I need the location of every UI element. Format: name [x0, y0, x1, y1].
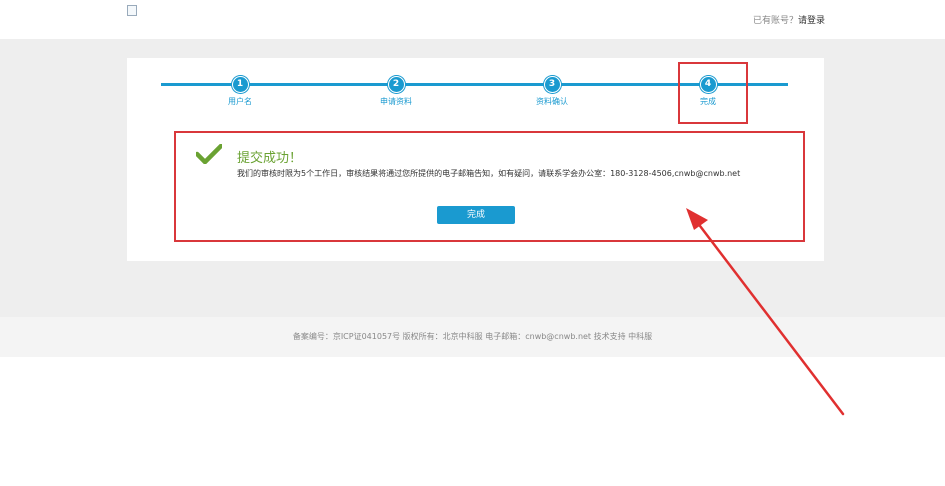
login-area: 已有账号？请登录	[753, 13, 825, 26]
login-link[interactable]: 请登录	[798, 16, 825, 26]
finish-button[interactable]: 完成	[437, 206, 515, 224]
step-1-number: 1	[231, 76, 249, 93]
step-2-label: 申请资料	[380, 97, 412, 106]
footer-text: 备案编号：京ICP证041057号 版权所有：北京中科服 电子邮箱：cnwb@c…	[292, 332, 653, 341]
success-title: 提交成功！	[237, 151, 303, 166]
footer: 备案编号：京ICP证041057号 版权所有：北京中科服 电子邮箱：cnwb@c…	[0, 317, 945, 357]
step-3-label: 资料确认	[536, 97, 568, 106]
step-3: 3 资料确认	[512, 76, 592, 107]
step-2-number: 2	[387, 76, 405, 93]
login-prompt: 已有账号？	[752, 16, 798, 26]
checkmark-icon	[194, 143, 224, 168]
logo-broken-image-icon[interactable]	[127, 5, 137, 16]
step-1-label: 用户名	[228, 97, 252, 106]
step-1: 1 用户名	[200, 76, 280, 107]
step-3-number: 3	[543, 76, 561, 93]
success-message: 我们的审核时限为5个工作日，审核结果将通过您所提供的电子邮箱告知，如有疑问，请联…	[237, 169, 741, 178]
header: 已有账号？请登录	[0, 0, 945, 39]
step-2: 2 申请资料	[356, 76, 436, 107]
annotation-highlight-step-4	[678, 62, 748, 124]
